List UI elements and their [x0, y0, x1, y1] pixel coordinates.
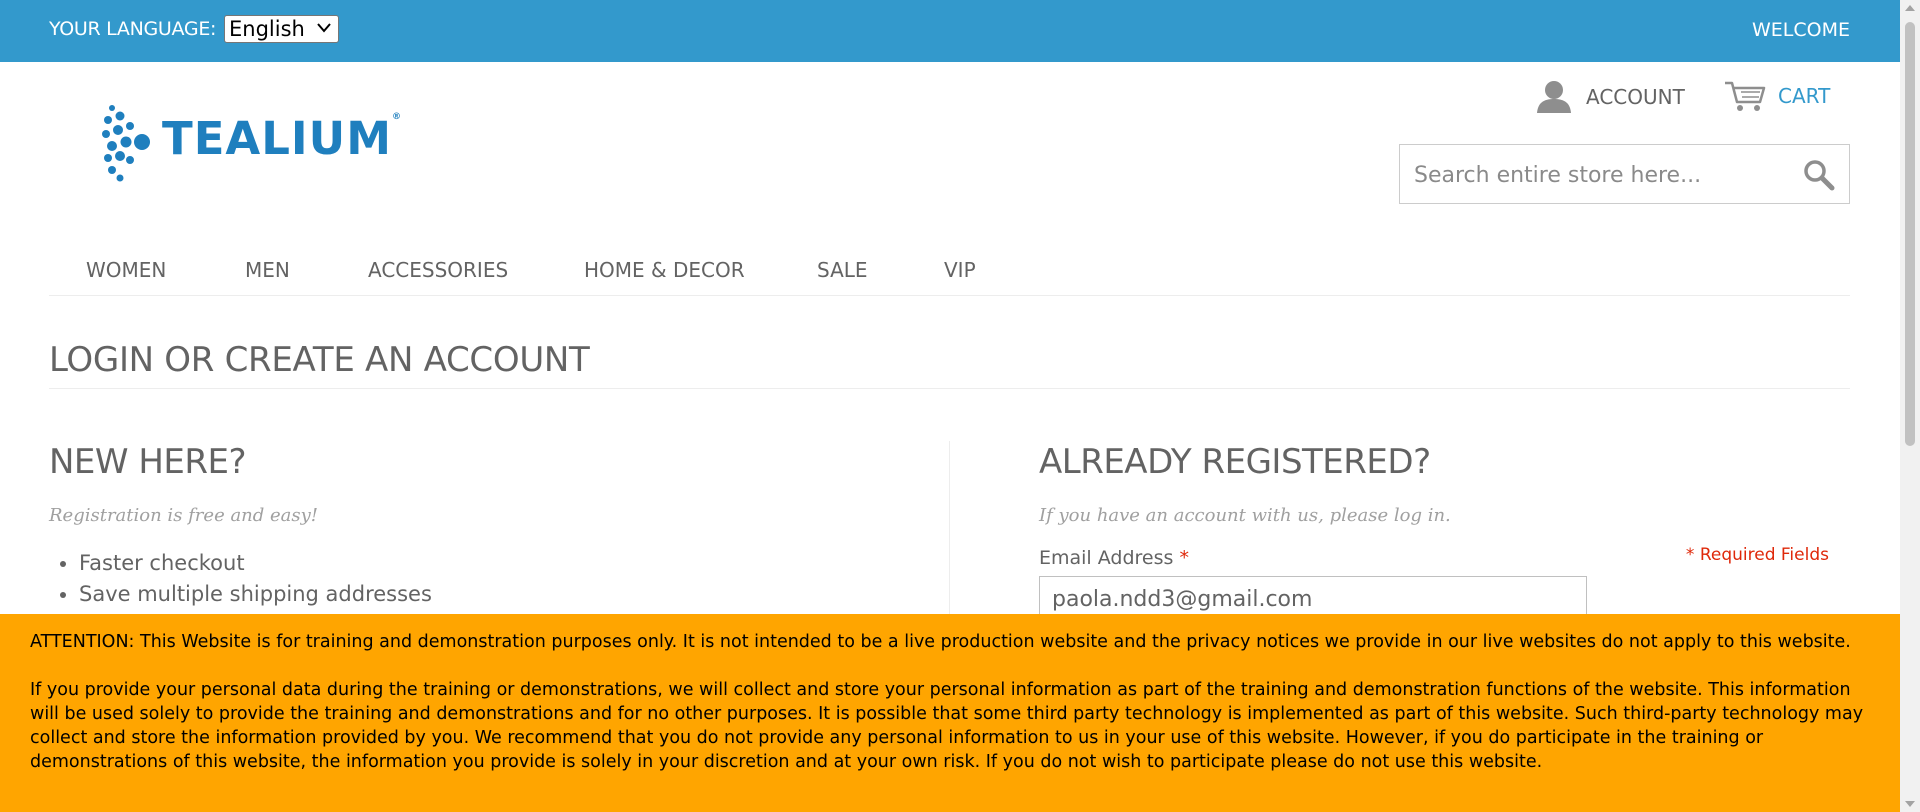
language-selected: English	[229, 17, 305, 41]
search-box	[1399, 144, 1850, 204]
nav-item-home-decor[interactable]: HOME & DECOR	[584, 258, 745, 282]
nav-item-vip[interactable]: VIP	[944, 258, 976, 282]
language-label: YOUR LANGUAGE:	[49, 18, 217, 40]
scroll-down-arrow-icon[interactable]	[1905, 801, 1915, 807]
nav-item-women[interactable]: WOMEN	[86, 258, 166, 282]
nav-item-sale[interactable]: SALE	[817, 258, 868, 282]
cart-icon	[1725, 81, 1766, 111]
page: YOUR LANGUAGE: English WELCOME TEALIUM® …	[0, 0, 1900, 812]
account-link[interactable]: ACCOUNT	[1536, 80, 1685, 114]
language-select[interactable]: English	[224, 15, 339, 43]
registered-heading: ALREADY REGISTERED?	[1039, 442, 1431, 482]
benefits-list: Faster checkout Save multiple shipping a…	[55, 548, 432, 610]
tealium-logo-icon	[102, 105, 150, 182]
cart-label: CART	[1778, 84, 1831, 108]
nav-item-accessories[interactable]: ACCESSORIES	[368, 258, 508, 282]
required-fields-note: * Required Fields	[1685, 545, 1829, 565]
list-item: Faster checkout	[79, 548, 432, 579]
nav-item-men[interactable]: MEN	[245, 258, 290, 282]
top-bar: YOUR LANGUAGE: English WELCOME	[0, 0, 1900, 62]
scroll-up-arrow-icon[interactable]	[1905, 5, 1915, 11]
notice-paragraph-2: If you provide your personal data during…	[30, 680, 1864, 772]
logo-text: TEALIUM®	[162, 112, 403, 165]
account-label: ACCOUNT	[1586, 85, 1685, 109]
chevron-down-icon	[317, 23, 331, 33]
email-label: Email Address *	[1039, 547, 1189, 569]
scroll-thumb[interactable]	[1905, 22, 1915, 446]
vertical-scrollbar[interactable]	[1900, 0, 1920, 812]
demo-notice-banner: ATTENTION: This Website is for training …	[0, 614, 1900, 812]
required-star: *	[1179, 547, 1189, 569]
list-item: Save multiple shipping addresses	[79, 579, 432, 610]
notice-paragraph-1: ATTENTION: This Website is for training …	[30, 632, 1851, 652]
logo[interactable]: TEALIUM®	[102, 104, 401, 188]
user-icon	[1537, 81, 1571, 113]
search-icon[interactable]	[1803, 159, 1835, 191]
registered-subtitle: If you have an account with us, please l…	[1039, 505, 1451, 526]
search-input[interactable]	[1412, 159, 1796, 191]
main-nav: WOMEN MEN ACCESSORIES HOME & DECOR SALE …	[49, 258, 1850, 296]
new-customer-subtitle: Registration is free and easy!	[49, 505, 319, 526]
page-title: LOGIN OR CREATE AN ACCOUNT	[49, 340, 590, 380]
cart-link[interactable]: CART	[1724, 80, 1830, 112]
welcome-message: WELCOME	[1752, 19, 1850, 41]
new-customer-heading: NEW HERE?	[49, 442, 247, 482]
title-divider	[49, 388, 1850, 389]
column-divider	[949, 441, 950, 621]
